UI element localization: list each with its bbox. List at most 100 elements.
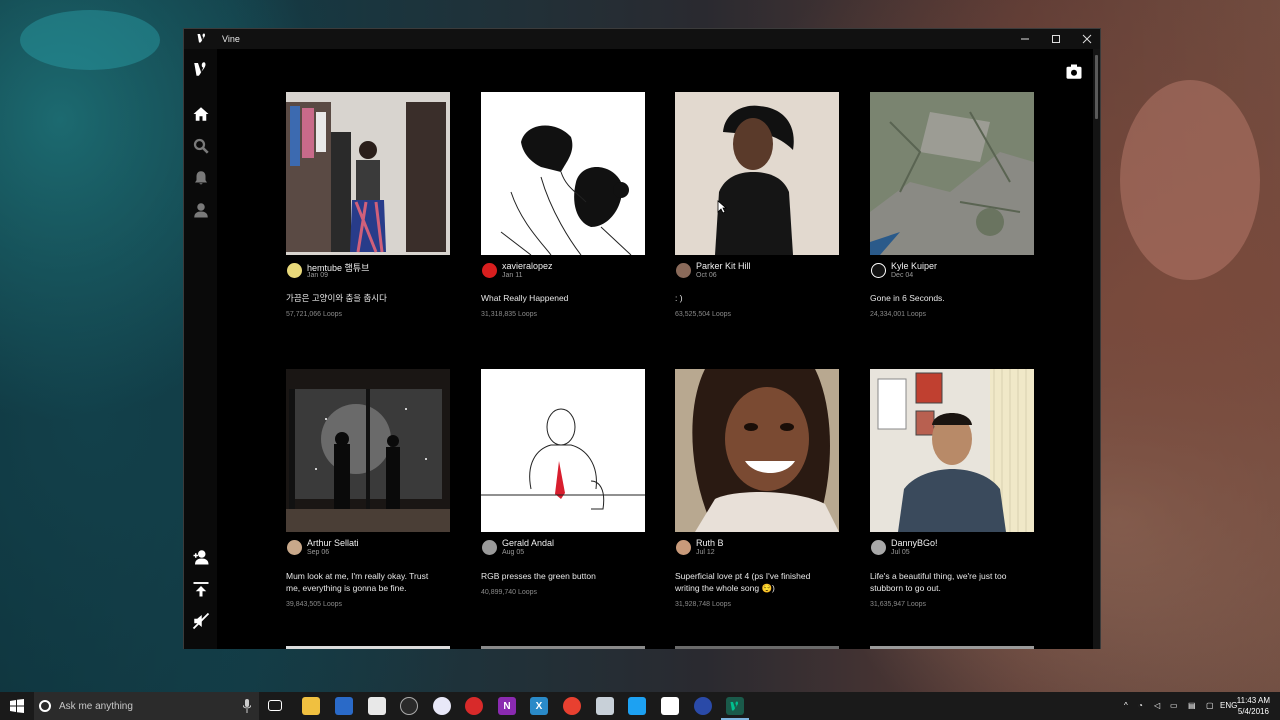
action-center-icon[interactable]: ▢: [1206, 701, 1214, 710]
taskbar: Ask me anything N X ^ ◔ ◁ ▭ ▤ ▢ ENG 11:4…: [0, 692, 1280, 720]
post-card[interactable]: DannyBGo! Jul 05 Life's a beautiful thin…: [870, 369, 1034, 608]
app-icon-4[interactable]: [596, 697, 614, 715]
wallpaper-glow: [1120, 80, 1260, 280]
cortana-search[interactable]: Ask me anything: [34, 692, 259, 720]
video-frame: [286, 92, 450, 255]
avatar[interactable]: [871, 263, 886, 278]
username[interactable]: Arthur Sellati: [307, 538, 359, 548]
show-hidden-icons[interactable]: ^: [1124, 701, 1128, 710]
video-frame: [675, 92, 839, 255]
itunes-icon[interactable]: [433, 697, 451, 715]
username[interactable]: Kyle Kuiper: [891, 261, 937, 271]
minimize-button[interactable]: [1009, 29, 1040, 49]
avatar[interactable]: [871, 540, 886, 555]
post-caption: Gone in 6 Seconds.: [870, 293, 945, 303]
app-icon-2[interactable]: [465, 697, 483, 715]
language-indicator[interactable]: ENG: [1220, 701, 1237, 710]
video-thumbnail[interactable]: [870, 369, 1034, 532]
title-bar[interactable]: Vine: [184, 29, 1100, 49]
microphone-icon[interactable]: [243, 699, 251, 713]
vine-logo-icon: [730, 701, 738, 711]
avatar[interactable]: [287, 263, 302, 278]
next-row-thumbnail[interactable]: [481, 646, 645, 649]
loop-count: 40,899,740 Loops: [481, 589, 538, 596]
post-card[interactable]: Gerald Andal Aug 05 RGB presses the gree…: [481, 369, 645, 596]
upload-button[interactable]: [189, 577, 213, 601]
wifi-icon[interactable]: ◔: [1138, 701, 1143, 710]
post-card[interactable]: Parker Kit Hill Oct 06 : ) 63,525,504 Lo…: [675, 92, 839, 318]
username[interactable]: Ruth B: [696, 538, 724, 548]
post-card[interactable]: Ruth B Jul 12 Superficial love pt 4 (ps …: [675, 369, 839, 608]
twitter-icon[interactable]: [628, 697, 646, 715]
mute-button[interactable]: [189, 609, 213, 633]
vine-logo-icon: [194, 62, 206, 76]
task-view-icon[interactable]: [268, 700, 282, 711]
maximize-icon: [1051, 35, 1060, 43]
video-thumbnail[interactable]: [481, 369, 645, 532]
maximize-button[interactable]: [1040, 29, 1071, 49]
camera-button[interactable]: [1065, 63, 1083, 81]
post-date: Dec 04: [891, 272, 914, 279]
video-thumbnail[interactable]: [675, 92, 839, 255]
video-thumbnail[interactable]: [870, 92, 1034, 255]
video-thumbnail[interactable]: [286, 92, 450, 255]
home-button[interactable]: [189, 102, 213, 126]
username[interactable]: xavieralopez: [502, 261, 553, 271]
next-row-thumbnail[interactable]: [286, 646, 450, 649]
post-caption: What Really Happened: [481, 293, 569, 303]
username[interactable]: DannyBGo!: [891, 538, 938, 548]
onenote-icon[interactable]: N: [498, 697, 516, 715]
post-caption: Mum look at me, I'm really okay. Trust m…: [286, 571, 429, 593]
sidebar: [184, 49, 217, 649]
keyboard-icon[interactable]: ▤: [1188, 701, 1196, 710]
profile-button[interactable]: [189, 198, 213, 222]
next-row-thumbnail[interactable]: [675, 646, 839, 649]
system-tray: ^ ◔ ◁ ▭ ▤ ▢ ENG 11:43 AM 5/4/2016: [1120, 692, 1280, 720]
scrollbar[interactable]: [1093, 49, 1100, 649]
post-card[interactable]: Arthur Sellati Sep 06 Mum look at me, I'…: [286, 369, 450, 608]
home-icon: [193, 107, 209, 121]
video-thumbnail[interactable]: [481, 92, 645, 255]
mail-icon[interactable]: [335, 697, 353, 715]
vine-logo-button[interactable]: [189, 57, 213, 81]
post-card[interactable]: Kyle Kuiper Dec 04 Gone in 6 Seconds. 24…: [870, 92, 1034, 318]
app-icon-1[interactable]: [368, 697, 386, 715]
post-date: Aug 05: [502, 549, 525, 556]
chrome-icon[interactable]: [563, 697, 581, 715]
post-caption: Life's a beautiful thing, we're just too…: [870, 571, 1007, 593]
post-date: Jan 11: [502, 272, 523, 279]
vine-taskbar-icon[interactable]: [726, 697, 744, 715]
scrollbar-thumb[interactable]: [1095, 55, 1098, 119]
avatar[interactable]: [676, 263, 691, 278]
clock[interactable]: 11:43 AM 5/4/2016: [1237, 695, 1270, 717]
video-thumbnail[interactable]: [675, 369, 839, 532]
username[interactable]: Gerald Andal: [502, 538, 554, 548]
post-card[interactable]: hemtube 햄튜브 Jan 09 가끔은 고양이와 춤을 춥시다 57,72…: [286, 92, 450, 318]
notifications-button[interactable]: [189, 166, 213, 190]
search-button[interactable]: [189, 134, 213, 158]
app-icon-5[interactable]: [694, 697, 712, 715]
start-button[interactable]: [0, 692, 34, 720]
avatar[interactable]: [482, 263, 497, 278]
loop-count: 31,928,748 Loops: [675, 601, 732, 608]
post-date: Jan 09: [307, 272, 329, 279]
store-icon[interactable]: [661, 697, 679, 715]
username[interactable]: Parker Kit Hill: [696, 261, 751, 271]
avatar[interactable]: [287, 540, 302, 555]
notes-icon[interactable]: ▭: [1170, 701, 1178, 710]
close-button[interactable]: [1071, 29, 1102, 49]
video-thumbnail[interactable]: [286, 369, 450, 532]
steam-icon[interactable]: [400, 697, 418, 715]
post-card[interactable]: xavieralopez Jan 11 What Really Happened…: [481, 92, 645, 318]
add-user-button[interactable]: [189, 545, 213, 569]
close-icon: [1082, 34, 1091, 44]
add-user-icon: [193, 550, 209, 565]
next-row-thumbnail[interactable]: [870, 646, 1034, 649]
avatar[interactable]: [482, 540, 497, 555]
file-explorer-icon[interactable]: [302, 697, 320, 715]
cortana-icon: [39, 700, 51, 712]
volume-icon[interactable]: ◁: [1154, 701, 1160, 710]
avatar[interactable]: [676, 540, 691, 555]
app-icon-3[interactable]: X: [530, 697, 548, 715]
loop-count: 63,525,504 Loops: [675, 311, 732, 318]
